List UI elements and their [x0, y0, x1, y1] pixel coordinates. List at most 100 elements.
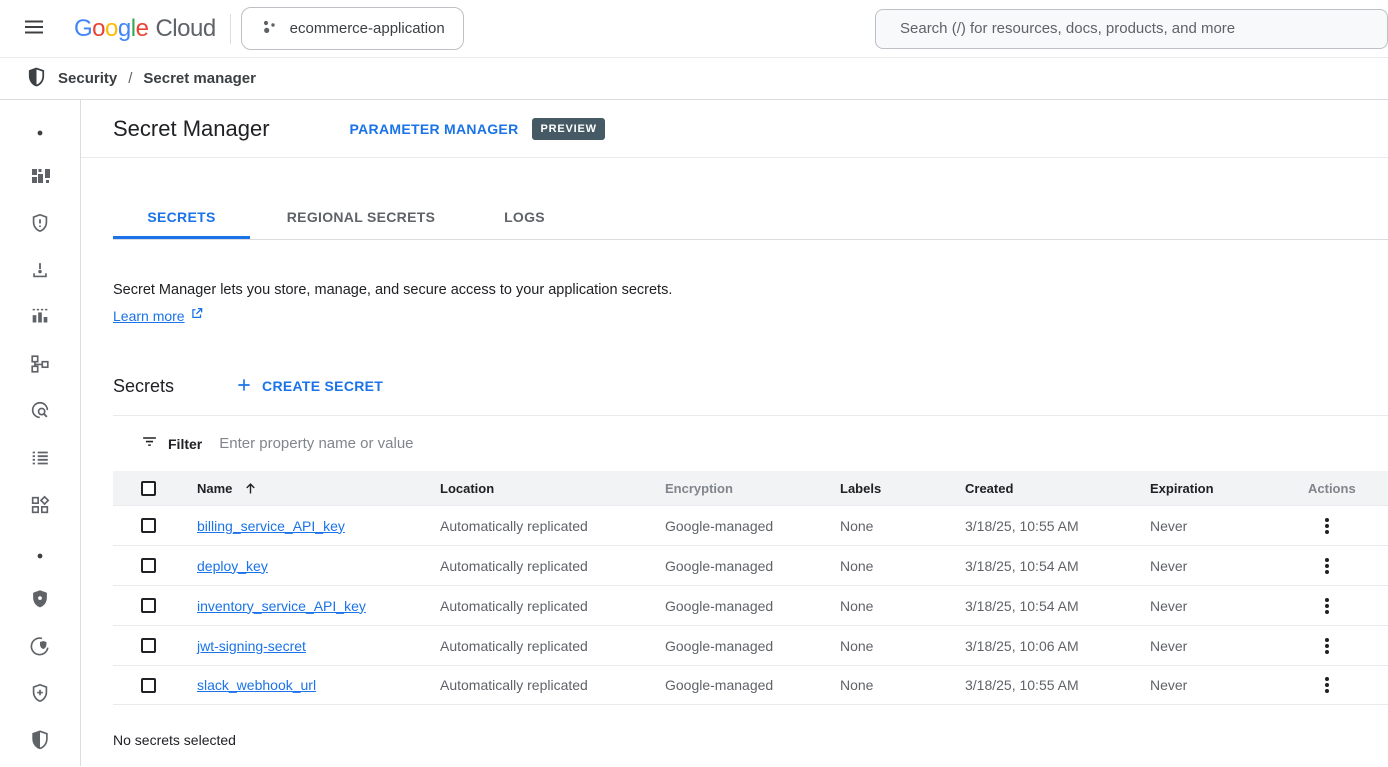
- breadcrumb: Security / Secret manager: [0, 58, 1388, 100]
- table-row: slack_webhook_url Automatically replicat…: [113, 665, 1388, 705]
- sidebar-item-8[interactable]: [16, 437, 64, 484]
- sidebar-item-9[interactable]: [16, 484, 64, 531]
- column-header-encryption: Encryption: [665, 481, 840, 496]
- overview-dashboard-icon: [29, 165, 51, 192]
- kebab-menu-icon: [1325, 564, 1329, 568]
- dot-icon: [37, 546, 43, 564]
- hierarchy-icon: [29, 353, 51, 380]
- dot-icon: [37, 123, 43, 141]
- secret-name-link[interactable]: billing_service_API_key: [197, 518, 345, 534]
- column-header-actions: Actions: [1300, 481, 1388, 496]
- table-row: deploy_key Automatically replicated Goog…: [113, 545, 1388, 585]
- kebab-menu-icon: [1325, 683, 1329, 687]
- row-actions-menu-button[interactable]: [1314, 672, 1340, 698]
- external-link-icon: [190, 306, 204, 325]
- secret-name-link[interactable]: deploy_key: [197, 558, 268, 574]
- page-description: Secret Manager lets you store, manage, a…: [113, 280, 1388, 300]
- preview-badge: PREVIEW: [532, 118, 604, 140]
- sidebar-item-2[interactable]: [16, 155, 64, 202]
- sidebar-item-6[interactable]: [16, 343, 64, 390]
- table-row: jwt-signing-secret Automatically replica…: [113, 625, 1388, 665]
- compliance-shield-icon: [29, 635, 51, 662]
- secret-name-link[interactable]: inventory_service_API_key: [197, 598, 366, 614]
- sidebar-item-1[interactable]: [16, 108, 64, 155]
- search-insights-icon: [29, 400, 51, 427]
- apps-diamond-icon: [29, 494, 51, 521]
- search-input[interactable]: [876, 20, 1387, 37]
- secret-name-link[interactable]: slack_webhook_url: [197, 677, 316, 693]
- project-selector-button[interactable]: ecommerce-application: [241, 7, 464, 50]
- row-checkbox[interactable]: [141, 518, 156, 533]
- secret-name-link[interactable]: jwt-signing-secret: [197, 638, 306, 654]
- encryption-cell: Google-managed: [665, 638, 840, 654]
- table-row: inventory_service_API_key Automatically …: [113, 585, 1388, 625]
- column-header-labels[interactable]: Labels: [840, 481, 965, 496]
- google-cloud-logo[interactable]: Google Cloud: [74, 15, 216, 43]
- shield-filled-icon: [29, 588, 51, 615]
- tab-bar: SECRETS REGIONAL SECRETS LOGS: [113, 195, 1388, 240]
- encryption-cell: Google-managed: [665, 518, 840, 534]
- select-all-checkbox[interactable]: [141, 481, 156, 496]
- report-alert-icon: [29, 259, 51, 286]
- search-bar: [875, 9, 1388, 49]
- shield-plus-icon: [29, 682, 51, 709]
- sidebar-item-14[interactable]: [16, 719, 64, 766]
- expiration-cell: Never: [1150, 558, 1300, 574]
- row-actions-menu-button[interactable]: [1314, 633, 1340, 659]
- breadcrumb-section[interactable]: Security: [58, 70, 117, 87]
- location-cell: Automatically replicated: [440, 638, 665, 654]
- sidebar-item-5[interactable]: [16, 296, 64, 343]
- labels-cell: None: [840, 558, 965, 574]
- sidebar-item-13[interactable]: [16, 672, 64, 719]
- filter-label: Filter: [168, 436, 202, 452]
- menu-button[interactable]: [20, 15, 48, 43]
- tab-logs[interactable]: LOGS: [472, 195, 577, 239]
- logo-cloud-text: Cloud: [155, 15, 215, 43]
- column-header-expiration[interactable]: Expiration: [1150, 481, 1300, 496]
- parameter-manager-link[interactable]: PARAMETER MANAGER: [350, 121, 519, 137]
- sidebar-item-3[interactable]: [16, 202, 64, 249]
- encryption-cell: Google-managed: [665, 598, 840, 614]
- row-actions-menu-button[interactable]: [1314, 593, 1340, 619]
- column-header-location[interactable]: Location: [440, 481, 665, 496]
- row-checkbox[interactable]: [141, 558, 156, 573]
- page-header: Secret Manager PARAMETER MANAGER PREVIEW: [81, 100, 1388, 158]
- created-cell: 3/18/25, 10:55 AM: [965, 518, 1150, 534]
- sidebar-item-12[interactable]: [16, 625, 64, 672]
- google-logo-letters: Google: [74, 15, 148, 43]
- table-body: billing_service_API_key Automatically re…: [113, 505, 1388, 705]
- expiration-cell: Never: [1150, 598, 1300, 614]
- filter-button[interactable]: Filter: [141, 433, 202, 455]
- row-checkbox[interactable]: [141, 638, 156, 653]
- secrets-section-header: Secrets CREATE SECRET: [113, 371, 1388, 401]
- column-header-name[interactable]: Name: [197, 481, 440, 496]
- row-checkbox[interactable]: [141, 678, 156, 693]
- expiration-cell: Never: [1150, 677, 1300, 693]
- tab-secrets[interactable]: SECRETS: [113, 195, 250, 239]
- column-header-created[interactable]: Created: [965, 481, 1150, 496]
- created-cell: 3/18/25, 10:54 AM: [965, 558, 1150, 574]
- filter-input[interactable]: [219, 435, 1388, 452]
- sidebar-item-4[interactable]: [16, 249, 64, 296]
- row-checkbox[interactable]: [141, 598, 156, 613]
- hamburger-icon: [22, 15, 46, 42]
- location-cell: Automatically replicated: [440, 598, 665, 614]
- create-secret-button[interactable]: CREATE SECRET: [235, 376, 383, 397]
- sidebar-item-11[interactable]: [16, 578, 64, 625]
- sidebar-item-10[interactable]: [16, 531, 64, 578]
- list-icon: [29, 447, 51, 474]
- bar-chart-icon: [29, 306, 51, 333]
- location-cell: Automatically replicated: [440, 677, 665, 693]
- tab-regional-secrets[interactable]: REGIONAL SECRETS: [250, 195, 472, 239]
- sidebar-item-7[interactable]: [16, 390, 64, 437]
- selection-status: No secrets selected: [113, 732, 1388, 748]
- kebab-menu-icon: [1325, 604, 1329, 608]
- learn-more-link[interactable]: Learn more: [113, 308, 185, 324]
- row-actions-menu-button[interactable]: [1314, 513, 1340, 539]
- labels-cell: None: [840, 638, 965, 654]
- main-content: Secret Manager PARAMETER MANAGER PREVIEW…: [81, 100, 1388, 766]
- encryption-cell: Google-managed: [665, 558, 840, 574]
- row-actions-menu-button[interactable]: [1314, 553, 1340, 579]
- created-cell: 3/18/25, 10:54 AM: [965, 598, 1150, 614]
- created-cell: 3/18/25, 10:55 AM: [965, 677, 1150, 693]
